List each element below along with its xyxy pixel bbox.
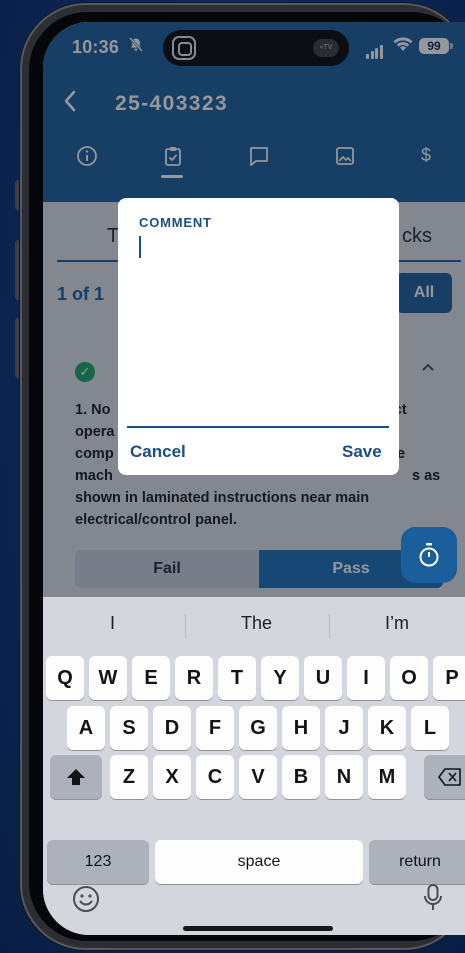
home-indicator: [183, 926, 333, 931]
screen: 10:36 «TV 99 25-403323 $ T cks 1 of 1 Al…: [43, 22, 465, 935]
shift-key[interactable]: [50, 755, 102, 799]
key-a[interactable]: A: [67, 706, 105, 750]
key-p[interactable]: P: [433, 656, 465, 700]
key-e[interactable]: E: [132, 656, 170, 700]
key-j[interactable]: J: [325, 706, 363, 750]
numbers-key[interactable]: 123: [47, 840, 149, 884]
key-z[interactable]: Z: [110, 755, 148, 799]
key-v[interactable]: V: [239, 755, 277, 799]
key-h[interactable]: H: [282, 706, 320, 750]
key-o[interactable]: O: [390, 656, 428, 700]
key-l[interactable]: L: [411, 706, 449, 750]
emoji-icon[interactable]: [72, 885, 100, 918]
suggestion-3[interactable]: I’m: [385, 613, 409, 634]
suggestion-bar: I The I’m: [43, 603, 465, 643]
return-key[interactable]: return: [369, 840, 465, 884]
keyboard: I The I’m QWERTYUIOP ASDFGHJKL ZXCVBNM 1…: [43, 597, 465, 935]
comment-input-caret[interactable]: [139, 236, 141, 258]
comment-dialog: COMMENT Cancel Save: [118, 198, 399, 475]
suggestion-divider: [329, 614, 330, 638]
key-x[interactable]: X: [153, 755, 191, 799]
key-t[interactable]: T: [218, 656, 256, 700]
timer-button[interactable]: [401, 527, 457, 583]
save-button[interactable]: Save: [342, 442, 382, 462]
cancel-button[interactable]: Cancel: [130, 442, 186, 462]
key-s[interactable]: S: [110, 706, 148, 750]
key-g[interactable]: G: [239, 706, 277, 750]
microphone-icon[interactable]: [422, 883, 444, 918]
key-q[interactable]: Q: [46, 656, 84, 700]
key-u[interactable]: U: [304, 656, 342, 700]
key-m[interactable]: M: [368, 755, 406, 799]
suggestion-divider: [185, 614, 186, 638]
key-n[interactable]: N: [325, 755, 363, 799]
key-y[interactable]: Y: [261, 656, 299, 700]
suggestion-1[interactable]: I: [110, 613, 115, 634]
suggestion-2[interactable]: The: [241, 613, 272, 634]
key-w[interactable]: W: [89, 656, 127, 700]
backspace-key[interactable]: [424, 755, 465, 799]
comment-label: COMMENT: [139, 215, 212, 230]
stopwatch-icon: [419, 543, 439, 567]
key-b[interactable]: B: [282, 755, 320, 799]
space-key[interactable]: space: [155, 840, 363, 884]
key-r[interactable]: R: [175, 656, 213, 700]
comment-input-underline: [127, 426, 389, 428]
key-k[interactable]: K: [368, 706, 406, 750]
key-i[interactable]: I: [347, 656, 385, 700]
key-c[interactable]: C: [196, 755, 234, 799]
key-d[interactable]: D: [153, 706, 191, 750]
key-f[interactable]: F: [196, 706, 234, 750]
